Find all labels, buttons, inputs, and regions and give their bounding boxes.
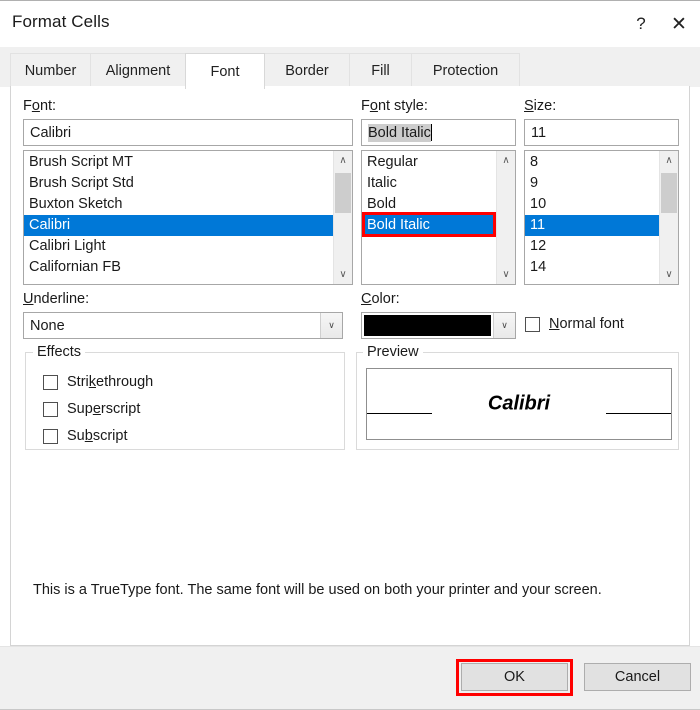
- tab-alignment[interactable]: Alignment: [90, 53, 186, 87]
- size-list-items: 8 9 10 11 12 14: [525, 151, 659, 284]
- chevron-down-icon[interactable]: ∨: [320, 313, 342, 338]
- list-item[interactable]: 10: [525, 194, 659, 215]
- scroll-down-icon[interactable]: ∨: [497, 265, 515, 284]
- size-input[interactable]: 11: [524, 119, 679, 146]
- dialog-title: Format Cells: [12, 12, 110, 31]
- scroll-down-icon[interactable]: ∨: [334, 265, 352, 284]
- tab-protection[interactable]: Protection: [411, 53, 520, 87]
- checkbox-superscript[interactable]: [43, 401, 58, 417]
- underline-label: Underline:: [23, 291, 90, 307]
- list-item[interactable]: Brush Script Std: [24, 173, 333, 194]
- preview-box: Calibri: [366, 368, 672, 440]
- checkbox-normal-font[interactable]: [525, 316, 540, 332]
- list-item[interactable]: 8: [525, 152, 659, 173]
- size-list-scrollbar[interactable]: ∧ ∨: [659, 151, 678, 284]
- list-item-selected[interactable]: 11: [525, 215, 659, 236]
- font-name-value: Calibri: [30, 124, 72, 141]
- effects-strikethrough-row[interactable]: Strikethrough: [43, 374, 153, 390]
- color-dropdown[interactable]: ∨: [361, 312, 516, 339]
- list-item[interactable]: Italic: [362, 173, 496, 194]
- strikethrough-label: Strikethrough: [67, 374, 154, 390]
- size-list[interactable]: 8 9 10 11 12 14 ∧ ∨: [524, 150, 679, 285]
- list-item[interactable]: Buxton Sketch: [24, 194, 333, 215]
- title-bar: Format Cells ? ✕: [0, 1, 700, 47]
- size-value: 11: [531, 124, 547, 141]
- font-style-label: Font style:: [361, 98, 428, 114]
- chevron-down-icon[interactable]: ∨: [493, 313, 515, 338]
- list-item-selected[interactable]: Calibri: [24, 215, 333, 236]
- font-label: Font:: [23, 98, 57, 114]
- list-item[interactable]: 9: [525, 173, 659, 194]
- scroll-up-icon[interactable]: ∧: [497, 151, 515, 170]
- font-list-items: Brush Script MT Brush Script Std Buxton …: [24, 151, 333, 284]
- list-item-selected[interactable]: Bold Italic: [362, 215, 496, 236]
- close-icon[interactable]: ✕: [662, 9, 696, 39]
- format-cells-dialog: Format Cells ? ✕ Number Alignment Font B…: [0, 0, 700, 710]
- font-list-scrollbar[interactable]: ∧ ∨: [333, 151, 352, 284]
- font-style-list-scrollbar[interactable]: ∧ ∨: [496, 151, 515, 284]
- preview-sample-text: Calibri: [487, 392, 551, 415]
- font-style-list-items: Regular Italic Bold Bold Italic: [362, 151, 496, 284]
- underline-dropdown[interactable]: None ∨: [23, 312, 343, 339]
- list-item[interactable]: Bold: [362, 194, 496, 215]
- cancel-button[interactable]: Cancel: [584, 663, 691, 691]
- tab-border[interactable]: Border: [264, 53, 350, 87]
- font-list[interactable]: Brush Script MT Brush Script Std Buxton …: [23, 150, 353, 285]
- color-label: Color:: [361, 291, 400, 307]
- normal-font-checkbox-row[interactable]: Normal font: [525, 316, 624, 332]
- list-item[interactable]: Regular: [362, 152, 496, 173]
- scrollbar-thumb[interactable]: [335, 173, 351, 213]
- text-caret: [430, 124, 432, 141]
- ok-button[interactable]: OK: [461, 663, 568, 691]
- font-name-input[interactable]: Calibri: [23, 119, 353, 146]
- list-item[interactable]: Calibri Light: [24, 236, 333, 257]
- preview-group-title: Preview: [363, 344, 423, 360]
- font-style-value: Bold Italic: [368, 123, 431, 142]
- checkbox-strikethrough[interactable]: [43, 374, 58, 390]
- list-item[interactable]: Californian FB: [24, 257, 333, 278]
- tab-font[interactable]: Font: [185, 53, 265, 89]
- tab-fill[interactable]: Fill: [349, 53, 412, 87]
- list-item[interactable]: 14: [525, 257, 659, 278]
- tab-number[interactable]: Number: [10, 53, 91, 87]
- subscript-label: Subscript: [67, 428, 128, 444]
- scroll-down-icon[interactable]: ∨: [660, 265, 678, 284]
- size-label: Size:: [524, 98, 557, 114]
- truetype-note: This is a TrueType font. The same font w…: [33, 582, 602, 598]
- font-tab-panel: Font: Calibri Brush Script MT Brush Scri…: [10, 86, 690, 646]
- scroll-up-icon[interactable]: ∧: [660, 151, 678, 170]
- list-item[interactable]: Brush Script MT: [24, 152, 333, 173]
- effects-superscript-row[interactable]: Superscript: [43, 401, 140, 417]
- effects-group-title: Effects: [33, 344, 86, 360]
- list-item[interactable]: 12: [525, 236, 659, 257]
- underline-value: None: [30, 317, 65, 334]
- help-icon[interactable]: ?: [624, 9, 658, 39]
- font-style-list[interactable]: Regular Italic Bold Bold Italic ∧ ∨: [361, 150, 516, 285]
- superscript-label: Superscript: [67, 401, 141, 417]
- font-style-input[interactable]: Bold Italic: [361, 119, 516, 146]
- color-swatch[interactable]: [364, 315, 491, 336]
- checkbox-subscript[interactable]: [43, 428, 58, 444]
- tab-strip: Number Alignment Font Border Fill Protec…: [0, 47, 700, 89]
- normal-font-label: Normal font: [549, 316, 624, 332]
- effects-subscript-row[interactable]: Subscript: [43, 428, 127, 444]
- scrollbar-thumb[interactable]: [661, 173, 677, 213]
- scroll-up-icon[interactable]: ∧: [334, 151, 352, 170]
